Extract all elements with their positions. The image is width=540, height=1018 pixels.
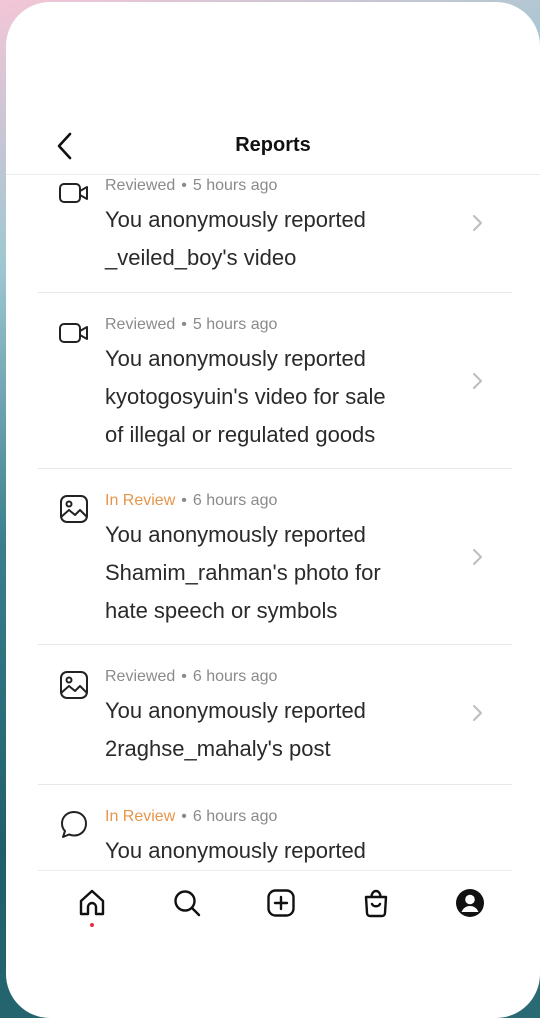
report-item[interactable]: In Review • 6 hours ago You anonymously re…: [38, 785, 512, 870]
notification-dot: [90, 923, 94, 927]
nav-home-button[interactable]: [74, 885, 110, 921]
separator-dot: •: [181, 177, 187, 194]
report-time: 5 hours ago: [192, 316, 278, 333]
status-label: Reviewed: [105, 177, 176, 194]
video-icon: [59, 183, 88, 203]
separator-dot: •: [181, 316, 187, 333]
separator-dot: •: [181, 492, 187, 509]
report-text-line: You anonymously reported: [105, 207, 366, 232]
report-text: You anonymously reported kyotogosyuin's …: [105, 340, 445, 454]
report-text-line: You anonymously reported: [105, 698, 366, 723]
report-meta: Reviewed • 6 hours ago: [105, 668, 277, 686]
report-time: 6 hours ago: [192, 808, 278, 825]
report-meta: Reviewed • 5 hours ago: [105, 316, 277, 334]
nav-shop-button[interactable]: [358, 885, 394, 921]
report-text-line: 2raghse_mahaly's post: [105, 736, 331, 761]
report-text: You anonymously reported _veiled_boy's v…: [105, 201, 445, 277]
phone-screen: Reports Reviewed • 5 hours ago You anonymo…: [6, 2, 540, 1018]
report-time: 6 hours ago: [192, 668, 278, 685]
report-text: You anonymously reported: [105, 832, 445, 870]
status-label: Reviewed: [105, 668, 176, 685]
nav-profile-button[interactable]: [452, 885, 488, 921]
report-text-line: _veiled_boy's video: [105, 245, 297, 270]
video-icon: [59, 323, 88, 343]
report-item[interactable]: In Review • 6 hours ago You anonymously re…: [38, 469, 512, 645]
chevron-right-icon: [473, 705, 482, 721]
profile-icon: [456, 889, 484, 917]
nav-search-button[interactable]: [169, 885, 205, 921]
report-text-line: You anonymously reported: [105, 522, 366, 547]
bottom-nav: [38, 870, 512, 941]
create-icon: [267, 889, 295, 917]
status-label: Reviewed: [105, 316, 176, 333]
report-text-line: hate speech or symbols: [105, 598, 338, 623]
page-title: Reports: [235, 134, 311, 156]
report-text-line: Shamim_rahman's photo for: [105, 560, 381, 585]
report-text-line: of illegal or regulated goods: [105, 422, 376, 447]
report-text-line: kyotogosyuin's video for sale: [105, 384, 386, 409]
status-label: In Review: [105, 492, 176, 509]
report-time: 5 hours ago: [192, 177, 278, 194]
photo-icon: [60, 671, 88, 699]
chevron-right-icon: [473, 373, 482, 389]
report-item[interactable]: Reviewed • 5 hours ago You anonymously rep…: [38, 293, 512, 469]
report-meta: In Review • 6 hours ago: [105, 492, 277, 510]
report-item[interactable]: Reviewed • 6 hours ago You anonymously rep…: [38, 645, 512, 785]
nav-create-button[interactable]: [263, 885, 299, 921]
report-text: You anonymously reported Shamim_rahman's…: [105, 516, 445, 630]
report-text-line: You anonymously reported: [105, 346, 366, 371]
photo-icon: [60, 495, 88, 523]
chevron-right-icon: [473, 549, 482, 565]
home-icon: [79, 889, 105, 916]
report-meta: Reviewed • 5 hours ago: [105, 177, 277, 195]
top-bar: Reports: [6, 120, 540, 175]
report-text-line: You anonymously reported: [105, 838, 366, 863]
report-text: You anonymously reported 2raghse_mahaly'…: [105, 692, 445, 768]
shop-icon: [364, 889, 388, 918]
search-icon: [174, 890, 201, 917]
separator-dot: •: [181, 668, 187, 685]
report-time: 6 hours ago: [192, 492, 278, 509]
comment-icon: [61, 811, 87, 838]
report-meta: In Review • 6 hours ago: [105, 808, 277, 826]
report-item[interactable]: Reviewed • 5 hours ago You anonymously rep…: [38, 174, 512, 293]
status-label: In Review: [105, 808, 176, 825]
separator-dot: •: [181, 808, 187, 825]
reports-list[interactable]: Reviewed • 5 hours ago You anonymously rep…: [6, 174, 540, 870]
chevron-right-icon: [473, 215, 482, 231]
